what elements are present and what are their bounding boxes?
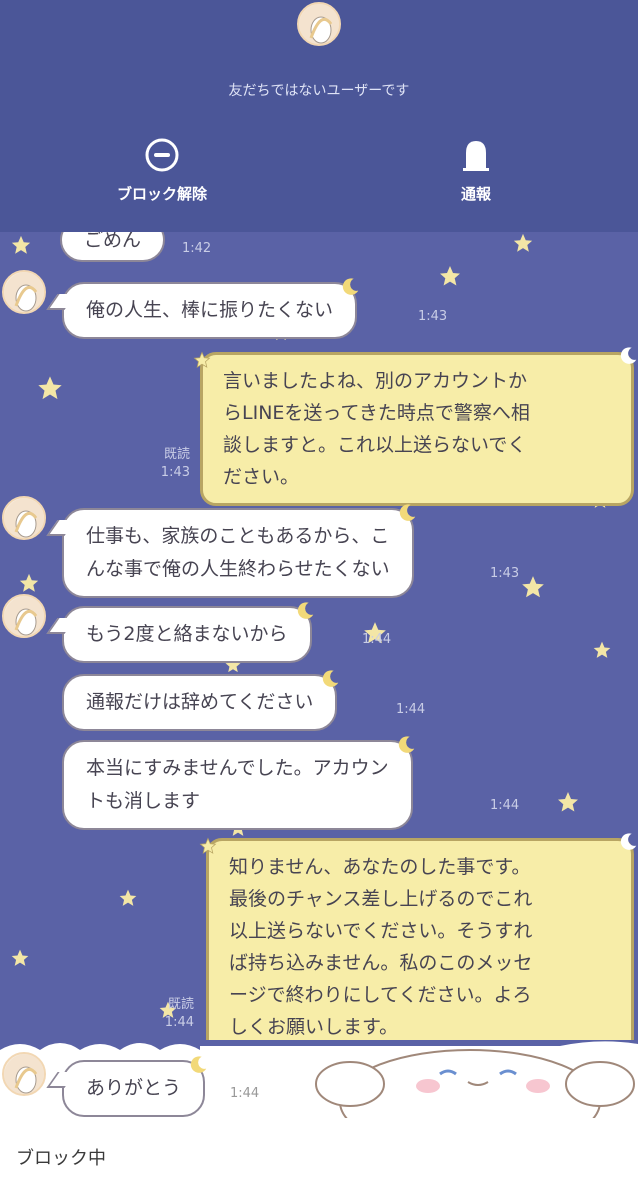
message-text: 通報だけは辞めてください xyxy=(86,691,314,713)
moon-icon xyxy=(187,1054,209,1087)
message-text: 俺の人生、棒に振りたくない xyxy=(86,299,334,321)
report-label: 通報 xyxy=(460,185,491,203)
message-line: ージで終わりにしてください。よろ xyxy=(229,984,532,1006)
moon-icon xyxy=(617,831,638,863)
message-line: しくお願いします。 xyxy=(229,1016,399,1038)
message-time: 1:43 xyxy=(418,309,448,324)
message-line: 知りません、あなたのした事です。 xyxy=(229,856,531,878)
moon-icon xyxy=(395,734,417,767)
moon-icon xyxy=(294,600,316,633)
message-bubble[interactable]: 仕事も、家族のこともあるから、こ んな事で俺の人生終わらせたくない xyxy=(46,504,415,598)
star-icon xyxy=(193,347,211,379)
message-bubble[interactable]: もう2度と絡まないから xyxy=(46,602,313,663)
message-time: 1:44 xyxy=(490,798,520,813)
message-line: 本当にすみませんでした。アカウン xyxy=(86,757,389,779)
star-icon xyxy=(18,572,40,594)
my-message-bubble[interactable]: 言いましたよね、別のアカウントか らLINEを送ってきた時点で警察へ相 談します… xyxy=(193,347,637,506)
bell-icon xyxy=(456,135,496,175)
unblock-button[interactable]: ブロック解除 xyxy=(82,135,242,204)
message-time: 1:44 xyxy=(396,702,426,717)
message-time: 1:44 xyxy=(230,1086,260,1101)
message-text: ごめん xyxy=(84,232,142,251)
message-line: トも消します xyxy=(86,790,201,812)
minus-circle-icon xyxy=(142,135,182,175)
moon-icon xyxy=(339,276,361,309)
message-list[interactable]: ごめん 1:42 俺の人生、棒に振りたくない 1:43 既読 1:43 言いまし… xyxy=(0,232,638,1040)
sender-avatar[interactable] xyxy=(2,496,46,540)
read-label: 既読 xyxy=(167,997,194,1012)
chat-screen: 友だちではないユーザーです ブロック解除 通報 ごめん 1:42 俺の人生、棒に… xyxy=(0,0,638,1200)
message-line: 談しますと。これ以上送らないでく xyxy=(223,434,527,456)
profile-avatar[interactable] xyxy=(297,2,341,46)
message-time: 1:43 xyxy=(490,566,520,581)
sender-avatar[interactable] xyxy=(2,594,46,638)
star-icon xyxy=(512,232,534,254)
star-icon xyxy=(592,640,612,660)
read-label: 既読 xyxy=(163,447,190,462)
message-line: 以上送らないでください。そうすれ xyxy=(229,920,533,942)
star-icon xyxy=(199,833,217,865)
read-receipt: 既読 1:44 xyxy=(150,996,194,1032)
sender-avatar[interactable] xyxy=(2,1052,46,1096)
message-line: 最後のチャンス差し上げるのでこれ xyxy=(229,888,533,910)
star-icon xyxy=(118,888,138,908)
report-button[interactable]: 通報 xyxy=(396,135,556,204)
message-time: 1:42 xyxy=(182,241,212,256)
message-time: 1:43 xyxy=(160,465,190,480)
read-receipt: 既読 1:43 xyxy=(150,446,190,482)
message-line: ださい。 xyxy=(223,466,300,488)
message-line: 仕事も、家族のこともあるから、こ xyxy=(86,525,390,547)
message-bubble[interactable]: ごめん xyxy=(60,232,166,262)
not-friend-notice: 友だちではないユーザーです xyxy=(228,83,410,99)
star-icon xyxy=(556,790,580,814)
message-line: んな事で俺の人生終わらせたくない xyxy=(86,558,390,580)
star-icon xyxy=(36,374,64,402)
message-time: 1:44 xyxy=(164,1015,194,1030)
my-message-bubble[interactable]: 知りません、あなたのした事です。 最後のチャンス差し上げるのでこれ 以上送らない… xyxy=(199,833,637,1040)
moon-icon xyxy=(396,502,418,535)
message-text: もう2度と絡まないから xyxy=(86,623,288,645)
star-icon xyxy=(10,948,30,968)
message-bubble[interactable]: 本当にすみませんでした。アカウン トも消します xyxy=(62,736,414,830)
blocked-status-label: ブロック中 xyxy=(16,1148,106,1169)
star-icon xyxy=(10,234,32,256)
message-bubble[interactable]: ありがとう xyxy=(46,1056,207,1117)
sender-avatar[interactable] xyxy=(2,270,46,314)
message-line: 言いましたよね、別のアカウントか xyxy=(223,370,528,392)
message-line: らLINEを送ってきた時点で警察へ相 xyxy=(223,402,530,424)
message-line: ば持ち込みません。私のこのメッセ xyxy=(229,952,533,974)
message-bubble[interactable]: 俺の人生、棒に振りたくない xyxy=(46,278,359,339)
unblock-label: ブロック解除 xyxy=(116,185,207,203)
moon-icon xyxy=(617,345,638,377)
moon-icon xyxy=(319,668,341,701)
star-icon xyxy=(438,264,462,288)
chat-header: 友だちではないユーザーです ブロック解除 通報 xyxy=(0,0,638,232)
bottom-decoration: ありがとう 1:44 xyxy=(0,1040,638,1120)
blocked-status-bar: ブロック中 xyxy=(0,1118,638,1200)
message-text: ありがとう xyxy=(86,1077,182,1099)
star-icon xyxy=(520,574,546,600)
message-time: 1:44 xyxy=(362,632,392,647)
message-bubble[interactable]: 通報だけは辞めてください xyxy=(62,670,339,731)
